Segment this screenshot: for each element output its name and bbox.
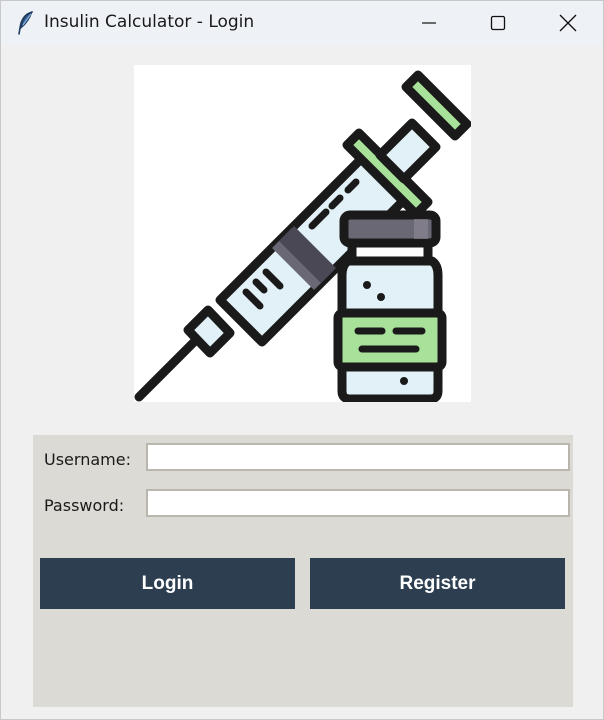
close-icon (559, 14, 577, 32)
username-input[interactable] (146, 443, 570, 471)
minimize-button[interactable] (394, 1, 464, 45)
username-label: Username: (44, 450, 131, 469)
login-button[interactable]: Login (40, 558, 295, 609)
syringe-and-vial-icon (134, 65, 472, 404)
title-bar[interactable]: Insulin Calculator - Login (1, 1, 603, 45)
window-title: Insulin Calculator - Login (44, 12, 255, 32)
maximize-button[interactable] (463, 1, 533, 45)
close-button[interactable] (533, 1, 603, 45)
password-label: Password: (44, 496, 125, 515)
password-input[interactable] (146, 489, 570, 517)
login-form: Username: Password: Login Register (33, 435, 573, 707)
feather-icon (17, 11, 35, 35)
login-window: Insulin Calculator - Login Username: Pas… (0, 0, 604, 720)
maximize-icon (490, 15, 506, 31)
window-content: Username: Password: Login Register (1, 45, 603, 719)
register-button[interactable]: Register (310, 558, 565, 609)
minimize-icon (421, 15, 437, 31)
